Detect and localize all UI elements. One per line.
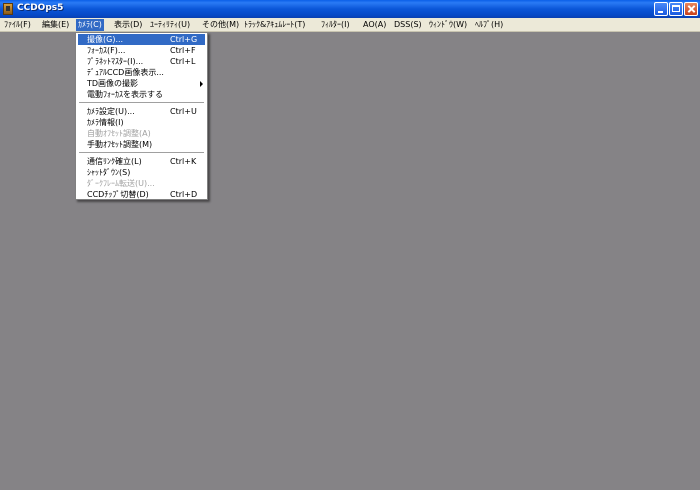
menu-ao[interactable]: AO(A)	[361, 19, 388, 31]
title-bar[interactable]: CCDOps5	[0, 0, 700, 18]
menu-item-shutdown[interactable]: ｼｬｯﾄﾀﾞｳﾝ(S)	[78, 167, 205, 178]
menu-separator	[79, 152, 204, 154]
menu-item-camera-setup[interactable]: ｶﾒﾗ設定(U)... Ctrl+U	[78, 106, 205, 117]
menu-item-auto-offset: 自動ｵﾌｾｯﾄ調整(A)	[87, 129, 151, 138]
menu-file[interactable]: ﾌｧｲﾙ(F)	[2, 19, 33, 31]
menu-bar: ﾌｧｲﾙ(F) 編集(E) ｶﾒﾗ(C) 表示(D) ﾕｰﾃｨﾘﾃｨ(U) その…	[0, 18, 700, 32]
menu-item-dual-ccd-view[interactable]: ﾃﾞｭｱﾙCCD画像表示...	[78, 67, 205, 78]
menu-item-capture[interactable]: 撮像(G)... Ctrl+G	[78, 34, 205, 45]
close-button[interactable]	[684, 2, 698, 16]
app-icon[interactable]	[3, 3, 13, 15]
camera-menu-dropdown: 撮像(G)... Ctrl+G ﾌｫｰｶｽ(F)... Ctrl+F ﾌﾟﾗﾈｯ…	[75, 32, 208, 200]
maximize-button[interactable]	[669, 2, 683, 16]
menu-track-accumulate[interactable]: ﾄﾗｯｸ&ｱｷｭﾑﾚｰﾄ(T)	[242, 19, 307, 31]
menu-item-camera-info[interactable]: ｶﾒﾗ情報(I)	[78, 117, 205, 128]
menu-item-planet-master[interactable]: ﾌﾟﾗﾈｯﾄﾏｽﾀｰ(I)... Ctrl+L	[78, 56, 205, 67]
menu-separator	[79, 102, 204, 104]
menu-utility[interactable]: ﾕｰﾃｨﾘﾃｨ(U)	[148, 19, 192, 31]
menu-filter[interactable]: ﾌｨﾙﾀｰ(I)	[319, 19, 352, 31]
window-title: CCDOps5	[17, 3, 64, 13]
menu-item-focus[interactable]: ﾌｫｰｶｽ(F)... Ctrl+F	[78, 45, 205, 56]
menu-window[interactable]: ｳｨﾝﾄﾞｳ(W)	[427, 19, 469, 31]
menu-item-show-motor-focus[interactable]: 電動ﾌｫｰｶｽを表示する	[78, 89, 205, 100]
menu-item-ccd-chip-switch[interactable]: CCDﾁｯﾌﾟ切替(D) Ctrl+D	[78, 189, 205, 200]
menu-edit[interactable]: 編集(E)	[40, 19, 71, 31]
menu-item-td-capture[interactable]: TD画像の撮影	[78, 78, 205, 89]
submenu-arrow-icon	[200, 81, 203, 87]
menu-item-manual-offset[interactable]: 手動ｵﾌｾｯﾄ調整(M)	[78, 139, 205, 150]
menu-camera[interactable]: ｶﾒﾗ(C)	[76, 19, 104, 31]
minimize-button[interactable]	[654, 2, 668, 16]
app-window: CCDOps5 ﾌｧｲﾙ(F) 編集(E) ｶﾒﾗ(C) 表示(D) ﾕｰﾃｨﾘ…	[0, 0, 700, 490]
menu-item-establish-link[interactable]: 通信ﾘﾝｸ確立(L) Ctrl+K	[78, 156, 205, 167]
menu-other[interactable]: その他(M)	[200, 19, 241, 31]
menu-item-dark-frame-transfer: ﾀﾞｰｸﾌﾚｰﾑ転送(U)...	[87, 179, 155, 188]
menu-help[interactable]: ﾍﾙﾌﾟ(H)	[473, 19, 505, 31]
menu-dss[interactable]: DSS(S)	[392, 19, 424, 31]
menu-view[interactable]: 表示(D)	[112, 19, 144, 31]
